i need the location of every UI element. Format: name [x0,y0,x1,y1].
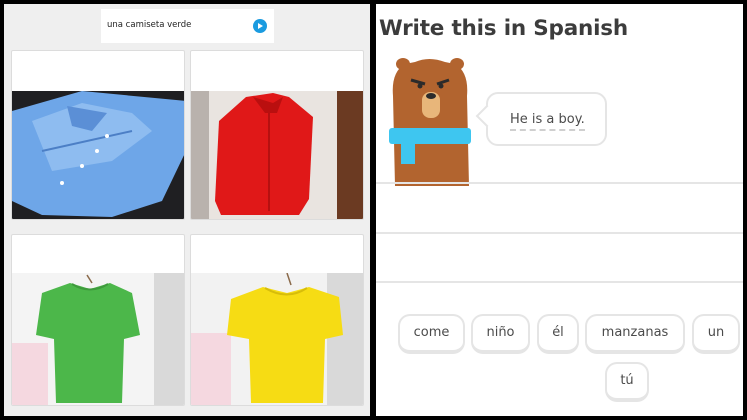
answer-line [376,232,743,234]
translation-panel: Write this in Spanish He is a boy. come … [376,4,743,416]
green-tshirt-image [12,273,184,405]
answer-line [376,281,743,283]
word-chip-manzanas[interactable]: manzanas [585,314,685,354]
bear-character-icon [389,58,471,186]
prompt-text: una camiseta verde [107,20,192,30]
image-option-red-shirt[interactable] [190,50,364,220]
word-chip-nino[interactable]: niño [471,314,530,354]
play-icon[interactable] [253,19,267,33]
word-chip-el[interactable]: él [537,314,579,354]
word-chip-come[interactable]: come [398,314,465,354]
image-option-green-tshirt[interactable] [11,234,185,406]
word-chip-un[interactable]: un [692,314,740,354]
image-option-blue-shirt[interactable] [11,50,185,220]
word-chip-tu[interactable]: tú [605,362,649,402]
prompt-bar: una camiseta verde [101,9,274,43]
red-shirt-image [191,91,363,219]
speech-bubble: He is a boy. [486,92,607,146]
answer-line [376,182,743,184]
yellow-tshirt-image [191,273,363,405]
image-choice-panel: una camiseta verde [4,4,370,416]
sentence-to-translate[interactable]: He is a boy. [510,112,585,131]
exercise-title: Write this in Spanish [379,16,629,41]
blue-shirt-image [12,91,184,219]
image-option-yellow-tshirt[interactable] [190,234,364,406]
